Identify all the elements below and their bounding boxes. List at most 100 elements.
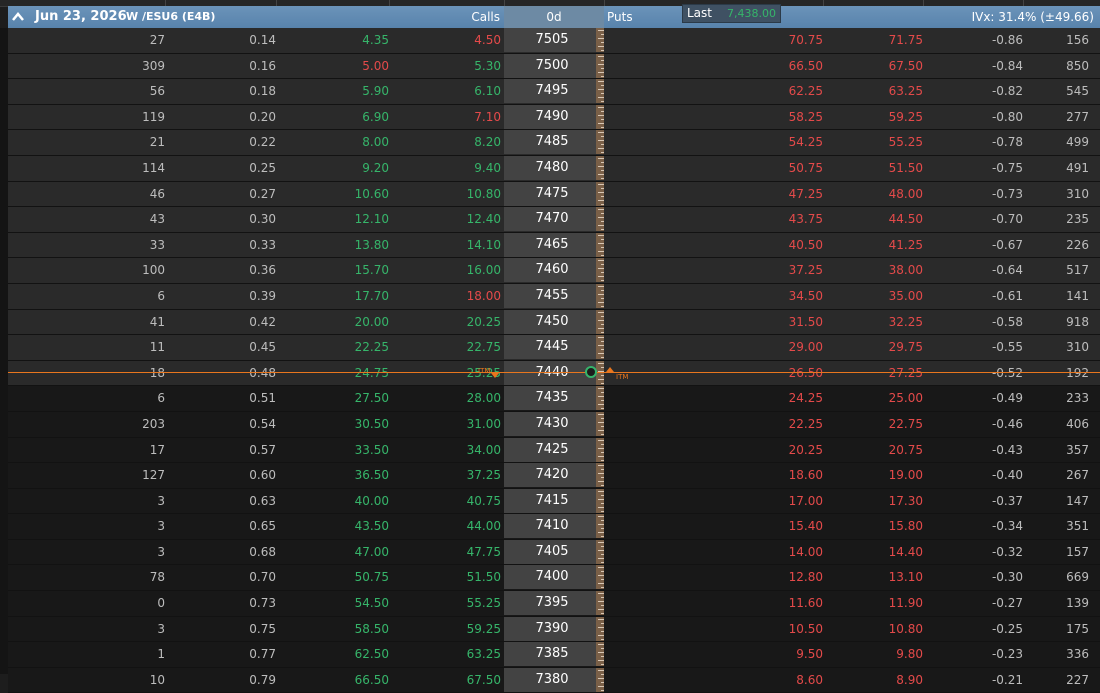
put-ask-cell[interactable]: 71.75 [823,28,923,52]
call-bid-cell[interactable]: 66.50 [276,668,389,692]
put-bid-cell[interactable]: 18.60 [606,463,823,487]
call-ask-cell[interactable]: 6.10 [389,79,501,103]
table-row[interactable]: 1 0.77 62.50 63.25 9.50 9.80 -0.23 336 7385 [8,642,1100,668]
put-ask-cell[interactable]: 13.10 [823,565,923,589]
table-row[interactable]: 18 0.48 24.75 25.25 26.50 27.25 -0.52 192 7440 [8,360,1100,387]
call-bid-cell[interactable]: 13.80 [276,233,389,257]
call-bid-cell[interactable]: 54.50 [276,591,389,615]
table-row[interactable]: 56 0.18 5.90 6.10 62.25 63.25 -0.82 545 7495 [8,79,1100,105]
table-row[interactable]: 100 0.36 15.70 16.00 37.25 38.00 -0.64 517 7460 [8,258,1100,284]
put-bid-cell[interactable]: 9.50 [606,642,823,666]
put-bid-cell[interactable]: 20.25 [606,438,823,462]
call-ask-cell[interactable]: 12.40 [389,207,501,231]
call-bid-cell[interactable]: 36.50 [276,463,389,487]
call-bid-cell[interactable]: 40.00 [276,489,389,513]
table-row[interactable]: 0 0.73 54.50 55.25 11.60 11.90 -0.27 139 7395 [8,591,1100,617]
put-ask-cell[interactable]: 15.80 [823,514,923,538]
table-row[interactable]: 127 0.60 36.50 37.25 18.60 19.00 -0.40 267 7420 [8,463,1100,489]
put-bid-cell[interactable]: 34.50 [606,284,823,308]
table-row[interactable]: 203 0.54 30.50 31.00 22.25 22.75 -0.46 406 7430 [8,411,1100,438]
table-row[interactable]: 33 0.33 13.80 14.10 40.50 41.25 -0.67 226 7465 [8,232,1100,259]
call-bid-cell[interactable]: 5.00 [276,54,389,78]
put-bid-cell[interactable]: 12.80 [606,565,823,589]
call-ask-cell[interactable]: 20.25 [389,310,501,334]
call-ask-cell[interactable]: 8.20 [389,130,501,154]
call-bid-cell[interactable]: 17.70 [276,284,389,308]
put-bid-cell[interactable]: 8.60 [606,668,823,692]
table-row[interactable]: 3 0.75 58.50 59.25 10.50 10.80 -0.25 175 7390 [8,616,1100,643]
put-ask-cell[interactable]: 11.90 [823,591,923,615]
call-bid-cell[interactable]: 12.10 [276,207,389,231]
call-bid-cell[interactable]: 30.50 [276,412,389,436]
table-row[interactable]: 309 0.16 5.00 5.30 66.50 67.50 -0.84 850 7500 [8,53,1100,80]
call-ask-cell[interactable]: 18.00 [389,284,501,308]
put-bid-cell[interactable]: 62.25 [606,79,823,103]
put-ask-cell[interactable]: 17.30 [823,489,923,513]
call-bid-cell[interactable]: 20.00 [276,310,389,334]
table-row[interactable]: 78 0.70 50.75 51.50 12.80 13.10 -0.30 669 7400 [8,565,1100,592]
put-ask-cell[interactable]: 19.00 [823,463,923,487]
call-ask-cell[interactable]: 59.25 [389,617,501,641]
call-bid-cell[interactable]: 47.00 [276,540,389,564]
put-bid-cell[interactable]: 29.00 [606,335,823,359]
put-ask-cell[interactable]: 67.50 [823,54,923,78]
put-bid-cell[interactable]: 11.60 [606,591,823,615]
call-ask-cell[interactable]: 28.00 [389,386,501,410]
call-ask-cell[interactable]: 44.00 [389,514,501,538]
call-ask-cell[interactable]: 4.50 [389,28,501,52]
table-row[interactable]: 21 0.22 8.00 8.20 54.25 55.25 -0.78 499 7485 [8,130,1100,156]
put-bid-cell[interactable]: 15.40 [606,514,823,538]
call-ask-cell[interactable]: 34.00 [389,438,501,462]
call-bid-cell[interactable]: 58.50 [276,617,389,641]
call-bid-cell[interactable]: 15.70 [276,258,389,282]
table-row[interactable]: 6 0.51 27.50 28.00 24.25 25.00 -0.49 233 7435 [8,386,1100,412]
table-row[interactable]: 17 0.57 33.50 34.00 20.25 20.75 -0.43 357 7425 [8,437,1100,464]
table-row[interactable]: 114 0.25 9.20 9.40 50.75 51.50 -0.75 491 7480 [8,155,1100,182]
call-bid-cell[interactable]: 6.90 [276,105,389,129]
call-ask-cell[interactable]: 67.50 [389,668,501,692]
call-ask-cell[interactable]: 10.80 [389,182,501,206]
call-ask-cell[interactable]: 9.40 [389,156,501,180]
put-bid-cell[interactable]: 47.25 [606,182,823,206]
put-ask-cell[interactable]: 10.80 [823,617,923,641]
call-bid-cell[interactable]: 62.50 [276,642,389,666]
put-bid-cell[interactable]: 54.25 [606,130,823,154]
call-ask-cell[interactable]: 5.30 [389,54,501,78]
put-bid-cell[interactable]: 40.50 [606,233,823,257]
put-bid-cell[interactable]: 10.50 [606,617,823,641]
table-row[interactable]: 3 0.68 47.00 47.75 14.00 14.40 -0.32 157 7405 [8,539,1100,566]
put-ask-cell[interactable]: 14.40 [823,540,923,564]
put-ask-cell[interactable]: 29.75 [823,335,923,359]
put-bid-cell[interactable]: 43.75 [606,207,823,231]
put-bid-cell[interactable]: 66.50 [606,54,823,78]
table-row[interactable]: 3 0.65 43.50 44.00 15.40 15.80 -0.34 351 7410 [8,514,1100,540]
put-bid-cell[interactable]: 17.00 [606,489,823,513]
table-row[interactable]: 27 0.14 4.35 4.50 70.75 71.75 -0.86 156 7505 [8,28,1100,54]
table-row[interactable]: 11 0.45 22.25 22.75 29.00 29.75 -0.55 310 7445 [8,335,1100,361]
call-ask-cell[interactable]: 14.10 [389,233,501,257]
table-row[interactable]: 3 0.63 40.00 40.75 17.00 17.30 -0.37 147 7415 [8,488,1100,515]
put-ask-cell[interactable]: 59.25 [823,105,923,129]
call-ask-cell[interactable]: 37.25 [389,463,501,487]
put-bid-cell[interactable]: 22.25 [606,412,823,436]
put-ask-cell[interactable]: 25.00 [823,386,923,410]
put-ask-cell[interactable]: 55.25 [823,130,923,154]
table-row[interactable]: 46 0.27 10.60 10.80 47.25 48.00 -0.73 310 7475 [8,181,1100,208]
call-bid-cell[interactable]: 9.20 [276,156,389,180]
call-ask-cell[interactable]: 22.75 [389,335,501,359]
put-ask-cell[interactable]: 32.25 [823,310,923,334]
put-bid-cell[interactable]: 24.25 [606,386,823,410]
call-ask-cell[interactable]: 55.25 [389,591,501,615]
put-bid-cell[interactable]: 14.00 [606,540,823,564]
put-ask-cell[interactable]: 51.50 [823,156,923,180]
put-ask-cell[interactable]: 48.00 [823,182,923,206]
call-ask-cell[interactable]: 7.10 [389,105,501,129]
put-ask-cell[interactable]: 9.80 [823,642,923,666]
call-ask-cell[interactable]: 47.75 [389,540,501,564]
put-bid-cell[interactable]: 58.25 [606,105,823,129]
call-ask-cell[interactable]: 63.25 [389,642,501,666]
call-bid-cell[interactable]: 22.25 [276,335,389,359]
put-bid-cell[interactable]: 70.75 [606,28,823,52]
table-row[interactable]: 10 0.79 66.50 67.50 8.60 8.90 -0.21 227 7380 [8,667,1100,693]
expiration-header[interactable]: Jun 23, 2026 W /ESU6 (E4B) Calls 0d Puts… [8,6,1100,29]
